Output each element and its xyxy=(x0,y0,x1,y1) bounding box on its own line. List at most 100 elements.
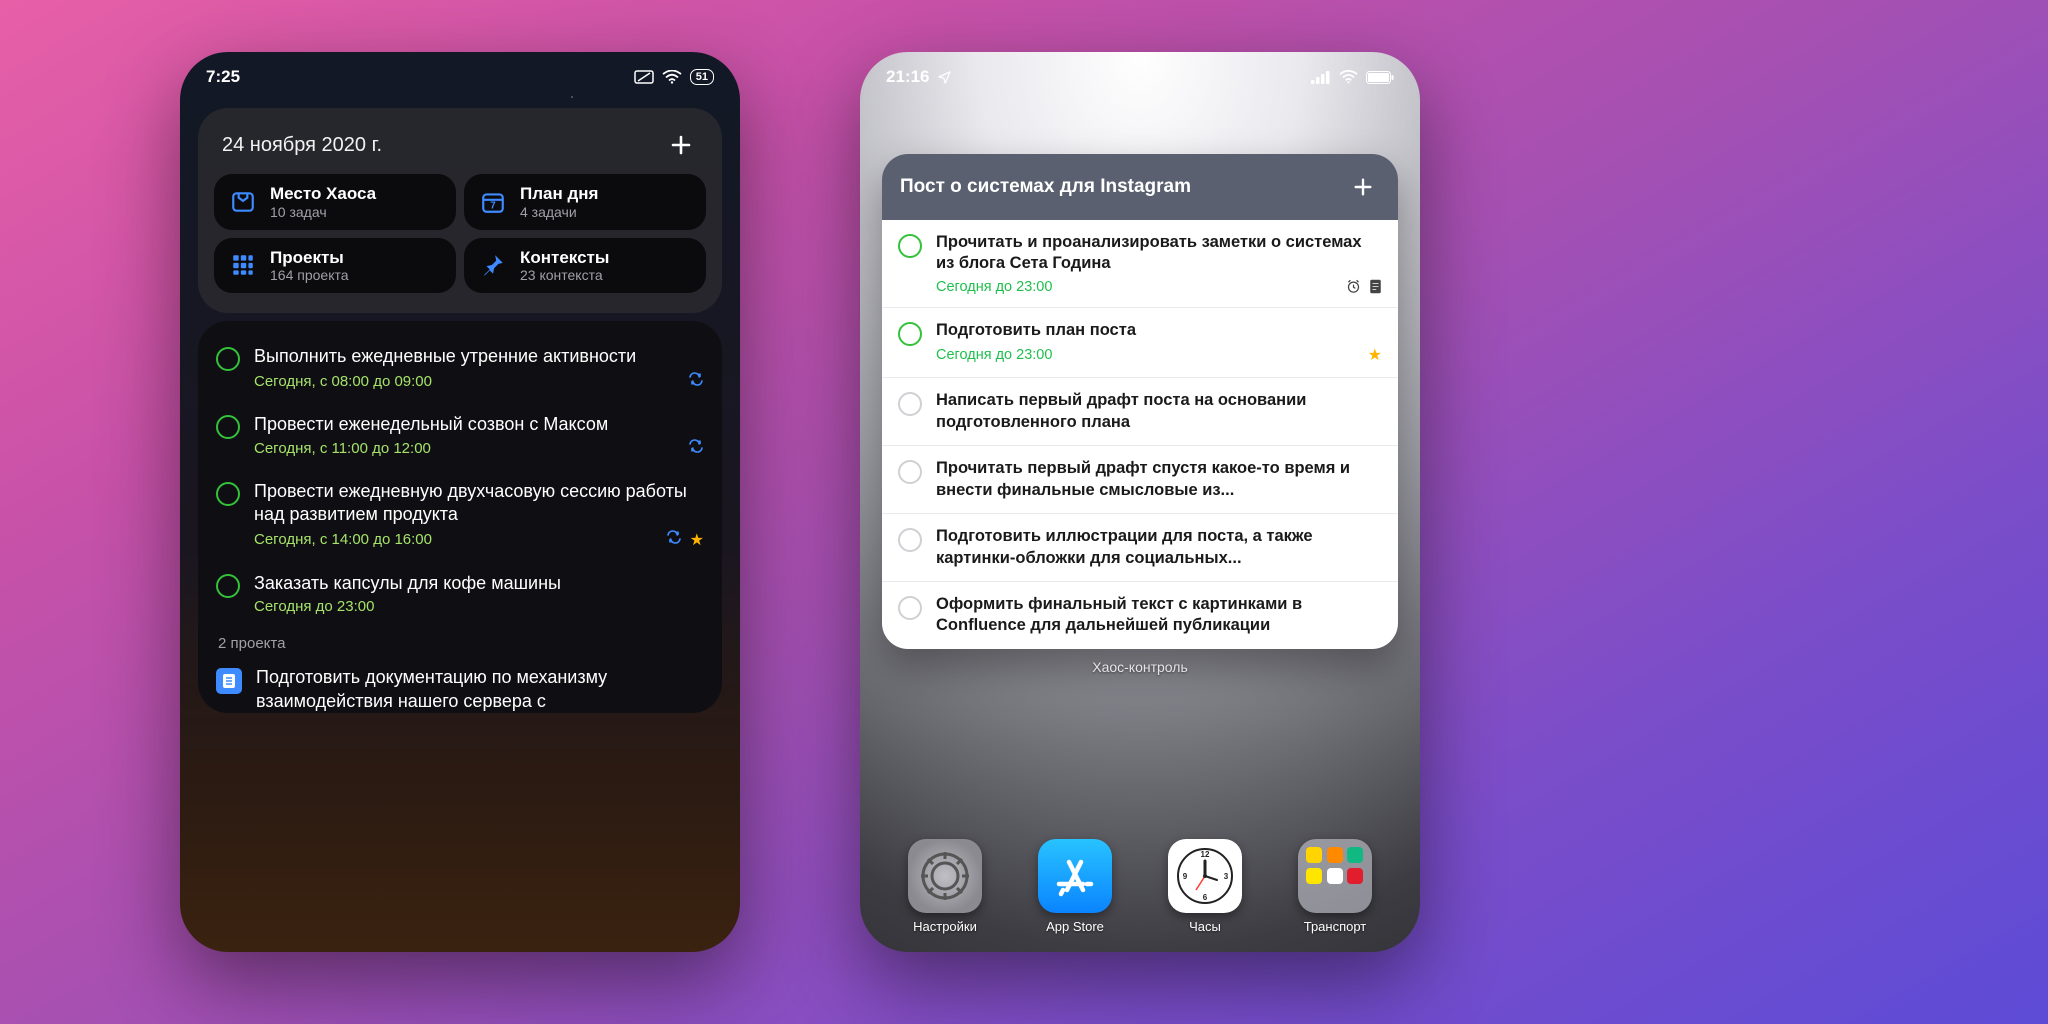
section-label: 2 проекта xyxy=(216,629,704,658)
nav-tile-title: План дня xyxy=(520,184,598,204)
nav-tile-inbox[interactable]: Место Хаоса 10 задач xyxy=(214,174,456,230)
nav-tile-subtitle: 10 задач xyxy=(270,204,376,220)
task-item[interactable]: Прочитать и проанализировать заметки о с… xyxy=(882,220,1398,307)
wifi-icon xyxy=(662,70,682,84)
phone-left: 7:25 51 24 ноября 2020 г. xyxy=(180,52,740,952)
app-clock[interactable]: 12 3 6 9 Часы xyxy=(1150,839,1260,934)
project-title: Подготовить документацию по механизму вз… xyxy=(256,666,704,713)
nav-tile-projects[interactable]: Проекты 164 проекта xyxy=(214,238,456,294)
widget-caption: Хаос-контроль xyxy=(860,659,1420,675)
task-title: Прочитать и проанализировать заметки о с… xyxy=(936,232,1382,275)
nav-tile-plan[interactable]: 7 План дня 4 задачи xyxy=(464,174,706,230)
cellular-icon xyxy=(1311,71,1331,84)
nav-tile-contexts[interactable]: Контексты 23 контекста xyxy=(464,238,706,294)
task-checkbox[interactable] xyxy=(898,392,922,416)
app-label: Часы xyxy=(1189,919,1221,934)
repeat-icon xyxy=(666,530,682,549)
task-when: Сегодня до 23:00 xyxy=(936,347,1052,363)
task-title: Провести еженедельный созвон с Максом xyxy=(254,413,704,436)
document-icon xyxy=(216,668,242,694)
note-icon xyxy=(1369,279,1382,294)
transport-folder-icon xyxy=(1298,839,1372,913)
add-button[interactable] xyxy=(664,128,698,162)
task-item[interactable]: Прочитать первый драфт спустя какое-то в… xyxy=(882,445,1398,513)
add-button[interactable] xyxy=(1346,170,1380,204)
svg-text:12: 12 xyxy=(1201,850,1210,859)
task-item[interactable]: Заказать капсулы для кофе машины Сегодня… xyxy=(216,564,704,629)
task-item[interactable]: Написать первый драфт поста на основании… xyxy=(882,377,1398,445)
task-checkbox[interactable] xyxy=(216,482,240,506)
task-title: Провести ежедневную двухчасовую сессию р… xyxy=(254,480,704,527)
inbox-icon xyxy=(228,187,258,217)
app-label: Транспорт xyxy=(1304,919,1367,934)
date-label: 24 ноября 2020 г. xyxy=(222,134,382,157)
nav-tile-title: Место Хаоса xyxy=(270,184,376,204)
main-widget: 24 ноября 2020 г. Место Хаоса 10 задач xyxy=(198,108,722,313)
nav-tile-title: Контексты xyxy=(520,248,609,268)
svg-text:3: 3 xyxy=(1224,872,1229,881)
task-title: Выполнить ежедневные утренние активности xyxy=(254,345,704,368)
task-when: Сегодня, с 08:00 до 09:00 xyxy=(254,373,432,390)
task-title: Прочитать первый драфт спустя какое-то в… xyxy=(936,458,1382,501)
clock-app-icon: 12 3 6 9 xyxy=(1168,839,1242,913)
statusbar-icons xyxy=(1311,70,1394,84)
task-when: Сегодня до 23:00 xyxy=(936,279,1052,295)
settings-app-icon xyxy=(908,839,982,913)
pin-icon xyxy=(478,250,508,280)
location-icon xyxy=(937,70,952,85)
calendar-icon: 7 xyxy=(478,187,508,217)
task-checkbox[interactable] xyxy=(216,574,240,598)
task-title: Оформить финальный текст с картинками в … xyxy=(936,594,1382,637)
task-item[interactable]: Выполнить ежедневные утренние активности… xyxy=(216,337,704,404)
statusbar-icons: 51 xyxy=(634,69,714,85)
camera-off-icon xyxy=(634,70,654,84)
project-item[interactable]: Подготовить документацию по механизму вз… xyxy=(216,658,704,713)
repeat-icon xyxy=(688,372,704,391)
statusbar-left: 7:25 51 xyxy=(180,60,740,94)
task-item[interactable]: Оформить финальный текст с картинками в … xyxy=(882,581,1398,649)
battery-icon: 51 xyxy=(690,69,714,85)
task-item[interactable]: Провести еженедельный созвон с Максом Се… xyxy=(216,405,704,472)
app-label: Настройки xyxy=(913,919,977,934)
plus-icon xyxy=(669,133,693,157)
grid-icon xyxy=(228,250,258,280)
app-appstore[interactable]: App Store xyxy=(1020,839,1130,934)
task-checkbox[interactable] xyxy=(898,460,922,484)
nav-tiles: Место Хаоса 10 задач 7 План дня 4 задачи xyxy=(198,174,722,301)
task-item[interactable]: Провести ежедневную двухчасовую сессию р… xyxy=(216,472,704,564)
alarm-icon xyxy=(1346,279,1361,294)
svg-text:6: 6 xyxy=(1203,893,1208,902)
app-settings[interactable]: Настройки xyxy=(890,839,1000,934)
star-icon: ★ xyxy=(690,530,704,550)
task-checkbox[interactable] xyxy=(216,415,240,439)
task-checkbox[interactable] xyxy=(216,347,240,371)
task-item[interactable]: Подготовить иллюстрации для поста, а так… xyxy=(882,513,1398,581)
plus-icon xyxy=(1352,176,1374,198)
repeat-icon xyxy=(688,439,704,458)
svg-text:9: 9 xyxy=(1183,872,1188,881)
app-label: App Store xyxy=(1046,919,1104,934)
wifi-icon xyxy=(1339,70,1358,84)
task-when: Сегодня, с 14:00 до 16:00 xyxy=(254,531,432,548)
tasks-panel: Выполнить ежедневные утренние активности… xyxy=(198,321,722,713)
app-transport-folder[interactable]: Транспорт xyxy=(1280,839,1390,934)
task-when: Сегодня до 23:00 xyxy=(254,598,374,615)
task-checkbox[interactable] xyxy=(898,322,922,346)
svg-text:7: 7 xyxy=(490,200,495,211)
statusbar-time: 21:16 xyxy=(886,67,929,87)
phone-right: 21:16 Пост о системах для Instagram xyxy=(860,52,1420,952)
task-title: Подготовить иллюстрации для поста, а так… xyxy=(936,526,1382,569)
task-title: Написать первый драфт поста на основании… xyxy=(936,390,1382,433)
star-icon: ★ xyxy=(1368,345,1382,365)
statusbar-time: 7:25 xyxy=(206,67,240,87)
task-title: Заказать капсулы для кофе машины xyxy=(254,572,704,595)
task-checkbox[interactable] xyxy=(898,234,922,258)
task-item[interactable]: Подготовить план поста Сегодня до 23:00 … xyxy=(882,307,1398,377)
nav-tile-subtitle: 4 задачи xyxy=(520,204,598,220)
task-checkbox[interactable] xyxy=(898,528,922,552)
task-when: Сегодня, с 11:00 до 12:00 xyxy=(254,440,431,457)
battery-icon xyxy=(1366,71,1394,84)
task-checkbox[interactable] xyxy=(898,596,922,620)
widget-title: Пост о системах для Instagram xyxy=(900,176,1191,198)
statusbar-right: 21:16 xyxy=(860,60,1420,94)
